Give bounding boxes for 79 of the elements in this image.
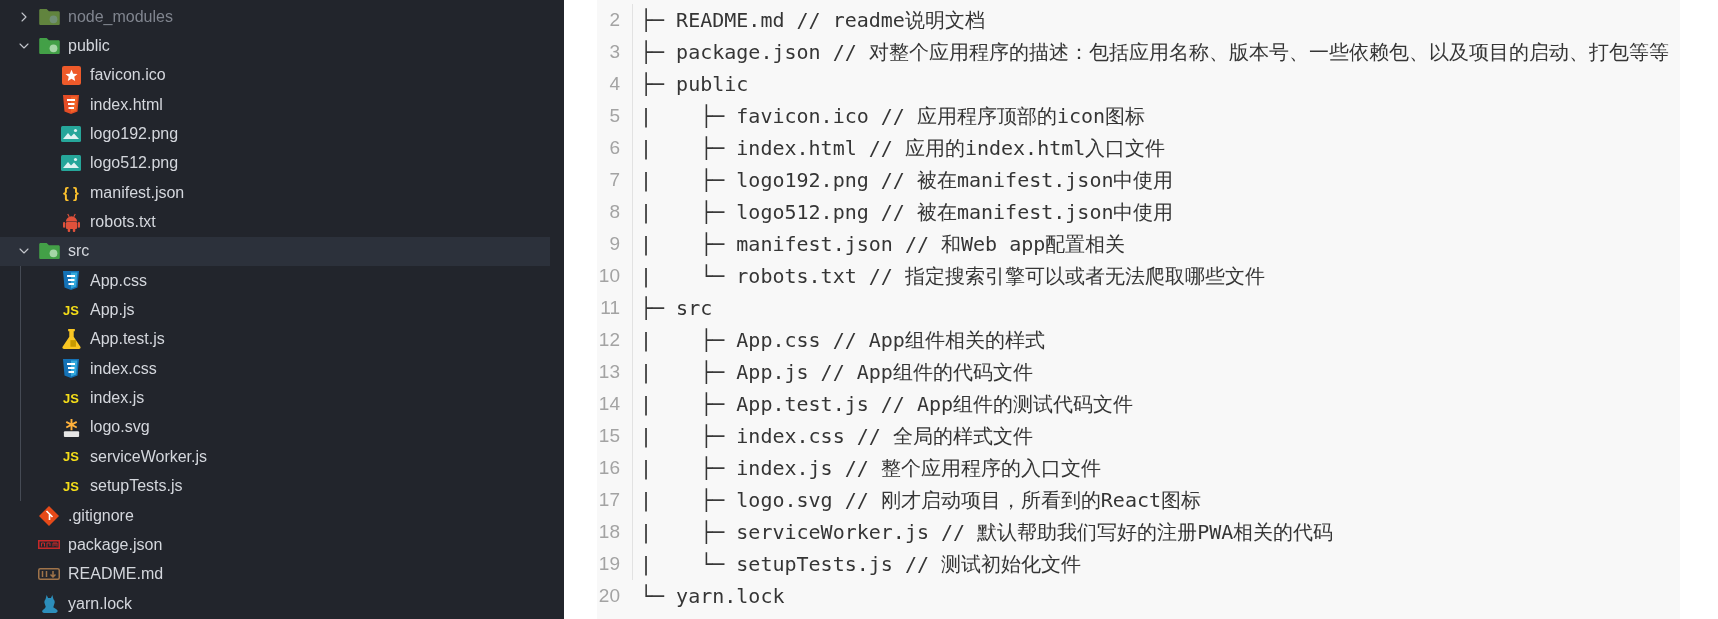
file-item[interactable]: logo512.png bbox=[21, 148, 550, 179]
file-item[interactable]: logo192.png bbox=[21, 119, 550, 149]
file-item[interactable]: App.test.js bbox=[21, 324, 550, 355]
folder-item[interactable]: public bbox=[0, 31, 550, 61]
file-item[interactable]: { } manifest.json bbox=[21, 178, 550, 208]
code-line: | ├─ logo.svg // 刚才启动项目，所看到的React图标 bbox=[640, 487, 1202, 514]
line-number: 15 bbox=[597, 420, 633, 452]
tag-icon bbox=[38, 540, 60, 550]
code-line: | ├─ manifest.json // 和Web app配置相关 bbox=[640, 231, 1126, 258]
image-icon bbox=[61, 155, 81, 172]
line-number: 17 bbox=[597, 484, 633, 516]
folder-item[interactable]: src bbox=[0, 236, 550, 267]
file-item[interactable]: JS setupTests.js bbox=[21, 471, 550, 501]
line-number: 5 bbox=[597, 100, 633, 132]
file-item[interactable]: App.css bbox=[21, 266, 550, 296]
file-item[interactable]: logo.svg bbox=[21, 412, 550, 443]
asterisk-icon bbox=[61, 418, 81, 437]
code-line: | └─ setupTests.js // 测试初始化文件 bbox=[640, 551, 1082, 578]
file-item[interactable]: index.html bbox=[21, 90, 550, 120]
code-line: ├─ public bbox=[640, 71, 749, 98]
line-number: 20 bbox=[597, 584, 621, 608]
folder-icon bbox=[38, 8, 60, 25]
line-number: 2 bbox=[597, 4, 633, 36]
js-icon: JS bbox=[63, 303, 79, 317]
code-line: | ├─ favicon.ico // 应用程序顶部的icon图标 bbox=[640, 103, 1146, 130]
shield-icon bbox=[63, 95, 79, 115]
code-line: | ├─ index.css // 全局的样式文件 bbox=[640, 423, 1033, 450]
js-icon: JS bbox=[63, 450, 79, 464]
line-number: 13 bbox=[597, 356, 633, 388]
code-line: | ├─ logo192.png // 被在manifest.json中使用 bbox=[640, 167, 1174, 194]
line-number: 10 bbox=[597, 260, 633, 292]
file-item[interactable]: robots.txt bbox=[21, 207, 550, 237]
code-line: | ├─ App.test.js // App组件的测试代码文件 bbox=[640, 391, 1134, 418]
line-number: 8 bbox=[597, 196, 633, 228]
shield-icon bbox=[63, 359, 79, 379]
code-line: | ├─ index.js // 整个应用程序的入口文件 bbox=[640, 455, 1101, 482]
shield-icon bbox=[63, 271, 79, 291]
file-item[interactable]: .gitignore bbox=[0, 500, 550, 531]
file-item[interactable]: JS App.js bbox=[21, 295, 550, 325]
file-item[interactable]: package.json bbox=[0, 530, 550, 560]
folder-icon bbox=[38, 243, 60, 260]
braces-icon: { } bbox=[63, 185, 79, 201]
file-item[interactable]: README.md bbox=[0, 559, 550, 589]
code-line: | ├─ index.html // 应用的index.html入口文件 bbox=[640, 135, 1166, 162]
line-number: 18 bbox=[597, 516, 633, 548]
line-number: 7 bbox=[597, 164, 633, 196]
file-item[interactable]: JS serviceWorker.js bbox=[21, 442, 550, 472]
markdown-icon bbox=[38, 568, 60, 581]
code-line: | ├─ serviceWorker.js // 默认帮助我们写好的注册PWA相关的代码 bbox=[640, 519, 1334, 546]
file-item[interactable]: JS index.js bbox=[21, 383, 550, 413]
flask-icon bbox=[61, 329, 81, 350]
code-line: | ├─ logo512.png // 被在manifest.json中使用 bbox=[640, 199, 1174, 226]
folder-icon bbox=[38, 38, 60, 54]
js-icon: JS bbox=[63, 391, 79, 405]
line-number: 3 bbox=[597, 36, 633, 68]
code-line: ├─ package.json // 对整个应用程序的描述：包括应用名称、版本号、一些依赖包、以及项目的启动、打包等等 bbox=[640, 39, 1669, 66]
file-item[interactable]: yarn.lock bbox=[0, 588, 550, 619]
code-line: | ├─ App.js // App组件的代码文件 bbox=[640, 359, 1033, 386]
code-line: └─ yarn.lock bbox=[640, 583, 785, 610]
line-number: 4 bbox=[597, 68, 633, 100]
code-line: | └─ robots.txt // 指定搜索引擎可以或者无法爬取哪些文件 bbox=[640, 263, 1265, 290]
diamond-branch-icon bbox=[39, 505, 59, 526]
line-number: 12 bbox=[597, 324, 633, 356]
code-line: | ├─ App.css // App组件相关的样式 bbox=[640, 327, 1045, 354]
image-icon bbox=[61, 126, 81, 143]
file-item[interactable]: index.css bbox=[21, 354, 550, 384]
file-item[interactable]: favicon.ico bbox=[21, 60, 550, 91]
line-number: 14 bbox=[597, 388, 633, 420]
line-number: 19 bbox=[597, 548, 633, 580]
line-number: 11 bbox=[597, 292, 633, 324]
folder-item[interactable]: node_modules bbox=[0, 2, 550, 32]
cat-icon bbox=[40, 594, 58, 614]
code-line: ├─ README.md // readme说明文档 bbox=[640, 7, 985, 34]
js-icon: JS bbox=[63, 479, 79, 493]
code-line: ├─ src bbox=[640, 295, 713, 322]
line-number: 6 bbox=[597, 132, 633, 164]
robot-icon bbox=[62, 212, 80, 232]
line-number: 9 bbox=[597, 228, 633, 260]
line-number: 16 bbox=[597, 452, 633, 484]
